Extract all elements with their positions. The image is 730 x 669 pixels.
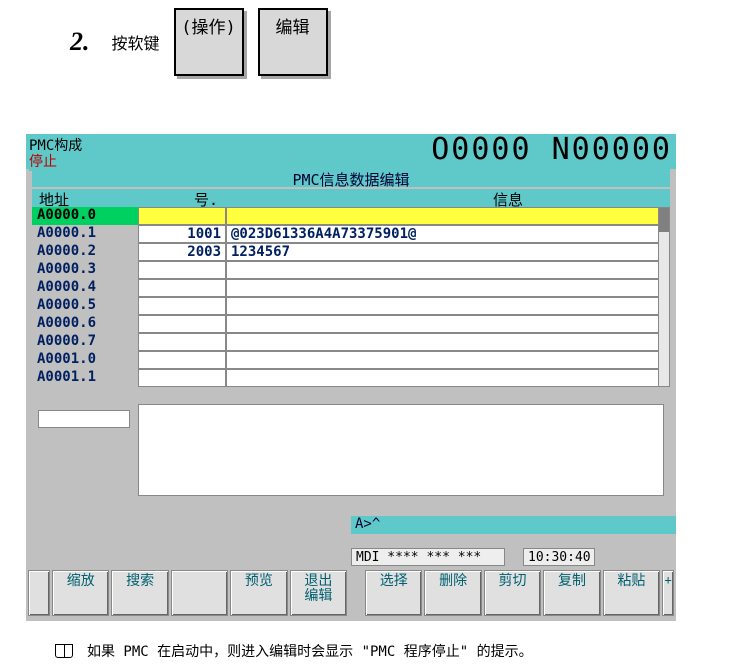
table-row[interactable]: A0000.5 [32, 297, 670, 315]
softkey-预览[interactable]: 预览 [230, 570, 287, 616]
cell-number[interactable] [138, 351, 226, 369]
cell-address[interactable]: A0000.6 [32, 315, 138, 333]
softkey-选择[interactable]: 选择 [365, 570, 422, 616]
cnc-screen: PMC构成 停止 O0000 N00000 PMC信息数据编辑 地址 号. 信息… [26, 134, 676, 621]
command-line[interactable]: A>^ [351, 516, 676, 534]
softkey-粘贴[interactable]: 粘贴 [603, 570, 660, 616]
cell-number[interactable] [138, 297, 226, 315]
table-header: 地址 号. 信息 [32, 189, 670, 207]
cell-number[interactable] [138, 315, 226, 333]
cell-address[interactable]: A0000.4 [32, 279, 138, 297]
status-bar: MDI **** *** *** 10:30:40 [351, 548, 676, 566]
note-text: 如果 PMC 在启动中，则进入编辑时会显示 "PMC 程序停止" 的提示。 [87, 641, 533, 661]
book-icon [55, 644, 73, 658]
cell-info[interactable]: 1234567 [226, 243, 670, 261]
cell-info[interactable]: @023D61336A4A73375901@ [226, 225, 670, 243]
table-row[interactable]: A0001.0 [32, 351, 670, 369]
data-table: A0000.0A0000.11001@023D61336A4A73375901@… [32, 207, 670, 387]
screen-subtitle: PMC信息数据编辑 [32, 169, 670, 187]
title-bar: PMC构成 停止 O0000 N00000 [26, 134, 676, 169]
softkey-剪切[interactable]: 剪切 [484, 570, 541, 616]
softkey-搜索[interactable]: 搜索 [111, 570, 168, 616]
cell-address[interactable]: A0001.0 [32, 351, 138, 369]
softkey-删除[interactable]: 删除 [424, 570, 481, 616]
table-row[interactable]: A0000.0 [32, 207, 670, 225]
softkey-operate-button[interactable]: (操作) [174, 8, 244, 76]
softkey-more[interactable]: + [662, 570, 674, 616]
cell-address[interactable]: A0000.7 [32, 333, 138, 351]
softkey-edit-button[interactable]: 编辑 [258, 8, 328, 76]
cell-address[interactable]: A0000.5 [32, 297, 138, 315]
input-field[interactable] [38, 410, 130, 428]
note-row: 如果 PMC 在启动中，则进入编辑时会显示 "PMC 程序停止" 的提示。 [55, 641, 533, 661]
header-address: 地址 [32, 189, 138, 207]
status-time: 10:30:40 [523, 548, 595, 566]
cell-info[interactable] [226, 297, 670, 315]
table-row[interactable]: A0000.6 [32, 315, 670, 333]
cell-address[interactable]: A0001.1 [32, 369, 138, 387]
cell-address[interactable]: A0000.3 [32, 261, 138, 279]
table-row[interactable]: A0000.7 [32, 333, 670, 351]
header-info: 信息 [226, 189, 670, 207]
cell-info[interactable] [226, 279, 670, 297]
cell-info[interactable] [226, 369, 670, 387]
status-mode: MDI **** *** *** [351, 548, 505, 566]
cell-number[interactable] [138, 207, 226, 225]
cell-info[interactable] [226, 351, 670, 369]
header-number: 号. [138, 189, 226, 207]
cell-info[interactable] [226, 315, 670, 333]
table-row[interactable]: A0000.22003 1234567 [32, 243, 670, 261]
softkey-bar: 缩放搜索 预览退出编辑选择删除剪切复制粘贴+ [26, 568, 676, 618]
softkey-exit-edit[interactable]: 退出编辑 [290, 570, 347, 616]
cell-number[interactable] [138, 279, 226, 297]
cell-number[interactable] [138, 261, 226, 279]
step-number: 2. [70, 27, 90, 57]
stop-label: 停止 [29, 151, 57, 171]
cell-number[interactable]: 2003 [138, 243, 226, 261]
softkey-缩放[interactable]: 缩放 [52, 570, 109, 616]
cell-address[interactable]: A0000.0 [32, 207, 138, 225]
cell-number[interactable]: 1001 [138, 225, 226, 243]
scrollbar-thumb[interactable] [659, 208, 669, 232]
scrollbar[interactable] [658, 207, 670, 387]
cell-number[interactable] [138, 333, 226, 351]
softkey-复制[interactable]: 复制 [543, 570, 600, 616]
cell-info[interactable] [226, 207, 670, 225]
table-row[interactable]: A0000.11001@023D61336A4A73375901@ [32, 225, 670, 243]
cell-address[interactable]: A0000.2 [32, 243, 138, 261]
cell-address[interactable]: A0000.1 [32, 225, 138, 243]
table-row[interactable]: A0000.3 [32, 261, 670, 279]
softkey-left-edge[interactable] [28, 570, 50, 616]
table-row[interactable]: A0000.4 [32, 279, 670, 297]
table-row[interactable]: A0001.1 [32, 369, 670, 387]
cell-info[interactable] [226, 333, 670, 351]
message-field[interactable] [138, 404, 664, 496]
step-text: 按软键 [112, 30, 160, 54]
softkey-blank-2[interactable] [171, 570, 228, 616]
cell-number[interactable] [138, 369, 226, 387]
cell-info[interactable] [226, 261, 670, 279]
program-number: O0000 N00000 [431, 132, 672, 167]
